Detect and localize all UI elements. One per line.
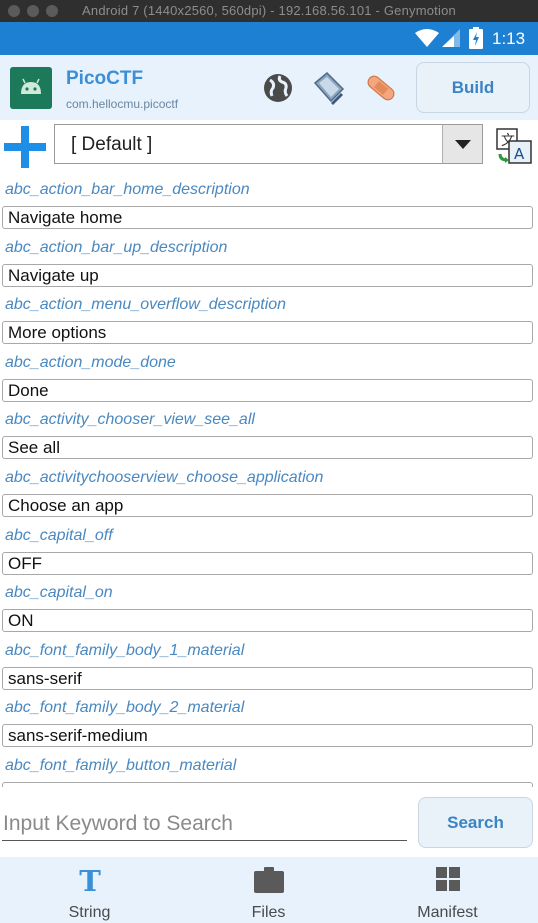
- string-list-item: abc_activity_chooser_view_see_all See all: [0, 402, 538, 460]
- string-list-item: abc_font_family_body_2_material sans-seri…: [0, 690, 538, 748]
- app-screen: Android 7 (1440x2560, 560dpi) - 192.168.…: [0, 0, 538, 923]
- string-list-item: abc_font_family_body_1_material sans-seri…: [0, 633, 538, 691]
- string-key-label: abc_action_bar_home_description: [5, 181, 250, 198]
- svg-text:A: A: [514, 145, 525, 163]
- string-key-label: abc_action_mode_done: [5, 353, 176, 371]
- window-title-bar: Android 7 (1440x2560, 560dpi) - 192.168.…: [0, 0, 538, 22]
- language-dropdown-button[interactable]: [442, 125, 482, 163]
- search-input[interactable]: [2, 807, 407, 841]
- svg-text:T: T: [79, 865, 101, 895]
- language-select[interactable]: [ Default ]: [54, 124, 483, 164]
- string-key-label: abc_font_family_button_material: [5, 756, 237, 774]
- build-button[interactable]: Build: [416, 62, 530, 113]
- folder-icon: [253, 867, 284, 893]
- patch-bandage-icon[interactable]: [364, 71, 398, 105]
- chevron-down-icon: [455, 140, 471, 149]
- string-list-item: abc_action_menu_overflow_description More…: [0, 287, 538, 345]
- string-key-label: abc_capital_on: [5, 584, 113, 602]
- search-button[interactable]: Search: [418, 797, 533, 848]
- nav-label-manifest: Manifest: [417, 904, 478, 921]
- app-header: PicoCTF com.hellocmu.picoctf Build: [0, 55, 538, 120]
- string-list-item: abc_activitychooserview_choose_applicati…: [0, 460, 538, 518]
- string-value-field[interactable]: OFF: [2, 551, 533, 575]
- translate-icon[interactable]: 文 A: [494, 127, 534, 165]
- string-key-label: abc_action_menu_overflow_description: [5, 296, 287, 314]
- language-select-value: [ Default ]: [71, 134, 153, 155]
- nav-item-files[interactable]: Files: [179, 857, 358, 923]
- string-list-item: abc_action_bar_home_description Navigate …: [0, 172, 538, 230]
- status-time: 1:13: [492, 29, 526, 48]
- app-package-name: com.hellocmu.picoctf: [66, 97, 179, 111]
- string-list-item: abc_capital_off OFF: [0, 518, 538, 576]
- string-value-field[interactable]: ON: [2, 609, 533, 633]
- string-value-field[interactable]: More options: [2, 321, 533, 345]
- string-list-item: abc_action_bar_up_description Navigate up: [0, 230, 538, 288]
- string-key-label: abc_action_bar_up_description: [5, 238, 228, 256]
- android-app-icon: [10, 67, 52, 109]
- text-t-icon: T: [79, 865, 101, 895]
- string-list[interactable]: abc_action_bar_home_description Navigate …: [0, 172, 538, 787]
- string-list-item: abc_capital_on ON: [0, 575, 538, 633]
- battery-charging-icon: [469, 27, 483, 49]
- string-value-field[interactable]: sans-serif-medium: [2, 724, 533, 748]
- string-list-item: abc_action_mode_done Done: [0, 345, 538, 403]
- string-value-field[interactable]: See all: [2, 436, 533, 460]
- string-key-label: abc_activitychooserview_choose_applicati…: [5, 468, 324, 486]
- nav-item-string[interactable]: T String: [0, 857, 179, 923]
- bottom-nav: T String Files Manifest: [0, 857, 538, 923]
- string-key-label: abc_capital_off: [5, 526, 113, 544]
- sign-apk-icon[interactable]: [311, 71, 345, 105]
- nav-label-files: Files: [251, 904, 286, 921]
- string-key-label: abc_font_family_body_1_material: [5, 641, 245, 659]
- grid-icon: [435, 867, 460, 891]
- wifi-icon: [415, 29, 439, 47]
- string-list-item: abc_font_family_button_material: [0, 748, 538, 787]
- nav-label-string: String: [68, 904, 111, 921]
- string-value-field[interactable]: sans-serif: [2, 666, 533, 690]
- nav-item-manifest[interactable]: Manifest: [358, 857, 537, 923]
- string-key-label: abc_activity_chooser_view_see_all: [5, 411, 255, 429]
- string-value-field[interactable]: Choose an app: [2, 493, 533, 517]
- signal-icon: [442, 29, 460, 47]
- globe-icon[interactable]: [261, 71, 295, 105]
- search-area: Search: [0, 787, 538, 857]
- string-key-label: abc_font_family_body_2_material: [5, 699, 245, 717]
- language-row: [ Default ] 文 A: [0, 120, 538, 172]
- status-bar: 1:13: [0, 22, 538, 55]
- string-value-field[interactable]: Navigate up: [2, 263, 533, 287]
- add-language-icon[interactable]: [4, 126, 46, 168]
- app-name: PicoCTF: [66, 68, 144, 89]
- string-value-field[interactable]: Navigate home: [2, 206, 533, 229]
- window-title: Android 7 (1440x2560, 560dpi) - 192.168.…: [82, 3, 456, 18]
- string-value-field[interactable]: Done: [2, 378, 533, 402]
